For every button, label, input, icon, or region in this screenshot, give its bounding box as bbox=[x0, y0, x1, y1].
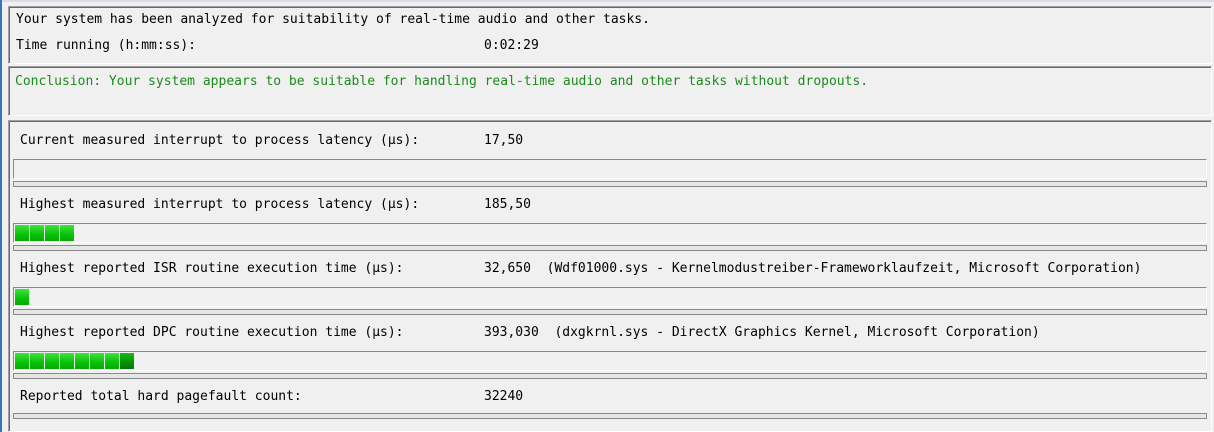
bar-segment bbox=[120, 353, 134, 369]
bar-segment bbox=[60, 353, 74, 369]
bar-segment bbox=[15, 289, 29, 305]
conclusion-panel: Conclusion: Your system appears to be su… bbox=[8, 66, 1212, 116]
bar-segment bbox=[90, 353, 104, 369]
latencymon-main-view: Your system has been analyzed for suitab… bbox=[0, 0, 1214, 432]
dpc-time-label: Highest reported DPC routine execution t… bbox=[20, 325, 404, 340]
dpc-time-value: 393,030 (dxgkrnl.sys - DirectX Graphics … bbox=[484, 325, 1040, 341]
current-latency-bar bbox=[13, 159, 1207, 179]
current-latency-bar-base bbox=[13, 181, 1207, 187]
isr-time-bar-fill bbox=[15, 289, 29, 305]
results-panel: Current measured interrupt to process la… bbox=[8, 120, 1212, 432]
current-latency-label: Current measured interrupt to process la… bbox=[20, 133, 420, 148]
highest-latency-number: 185,50 bbox=[484, 197, 531, 212]
highest-latency-bar bbox=[13, 223, 1207, 243]
pagefault-value: 32240 bbox=[484, 389, 524, 404]
isr-time-value: 32,650 (Wdf01000.sys - Kernelmodustreibe… bbox=[484, 261, 1141, 277]
dpc-time-bar bbox=[13, 351, 1207, 371]
window-left-edge bbox=[0, 0, 2, 432]
dpc-driver-detail: (dxgkrnl.sys - DirectX Graphics Kernel, … bbox=[554, 325, 1040, 340]
bar-segment bbox=[45, 225, 59, 241]
bar-segment bbox=[60, 225, 74, 241]
highest-latency-value: 185,50 bbox=[484, 197, 531, 213]
current-latency-value: 17,50 bbox=[484, 133, 523, 149]
bar-segment bbox=[75, 353, 89, 369]
analysis-status-text: Your system has been analyzed for suitab… bbox=[16, 12, 650, 27]
time-running-label: Time running (h:mm:ss): bbox=[16, 38, 197, 53]
isr-time-bar bbox=[13, 287, 1207, 307]
dpc-time-bar-base bbox=[13, 373, 1207, 379]
highest-latency-bar-fill bbox=[15, 225, 74, 241]
bar-segment bbox=[105, 353, 119, 369]
isr-time-number: 32,650 bbox=[484, 261, 531, 276]
isr-time-bar-base bbox=[13, 309, 1207, 315]
window-top-edge bbox=[0, 0, 1214, 2]
time-running-value: 0:02:29 bbox=[484, 38, 539, 53]
bar-segment bbox=[15, 353, 29, 369]
highest-latency-label: Highest measured interrupt to process la… bbox=[20, 197, 420, 212]
isr-driver-detail: (Wdf01000.sys - Kernelmodustreiber-Frame… bbox=[546, 261, 1142, 276]
highest-latency-bar-base bbox=[13, 245, 1207, 251]
dpc-time-number: 393,030 bbox=[484, 325, 539, 340]
pagefault-label: Reported total hard pagefault count: bbox=[20, 389, 302, 404]
summary-panel: Your system has been analyzed for suitab… bbox=[8, 6, 1212, 64]
isr-time-label: Highest reported ISR routine execution t… bbox=[20, 261, 404, 276]
bar-segment bbox=[30, 225, 44, 241]
conclusion-text: Conclusion: Your system appears to be su… bbox=[15, 74, 869, 89]
current-latency-number: 17,50 bbox=[484, 133, 524, 148]
bar-segment bbox=[15, 225, 29, 241]
bar-segment bbox=[45, 353, 59, 369]
dpc-time-bar-fill bbox=[15, 353, 134, 369]
bar-segment bbox=[30, 353, 44, 369]
pagefault-divider bbox=[13, 413, 1207, 419]
